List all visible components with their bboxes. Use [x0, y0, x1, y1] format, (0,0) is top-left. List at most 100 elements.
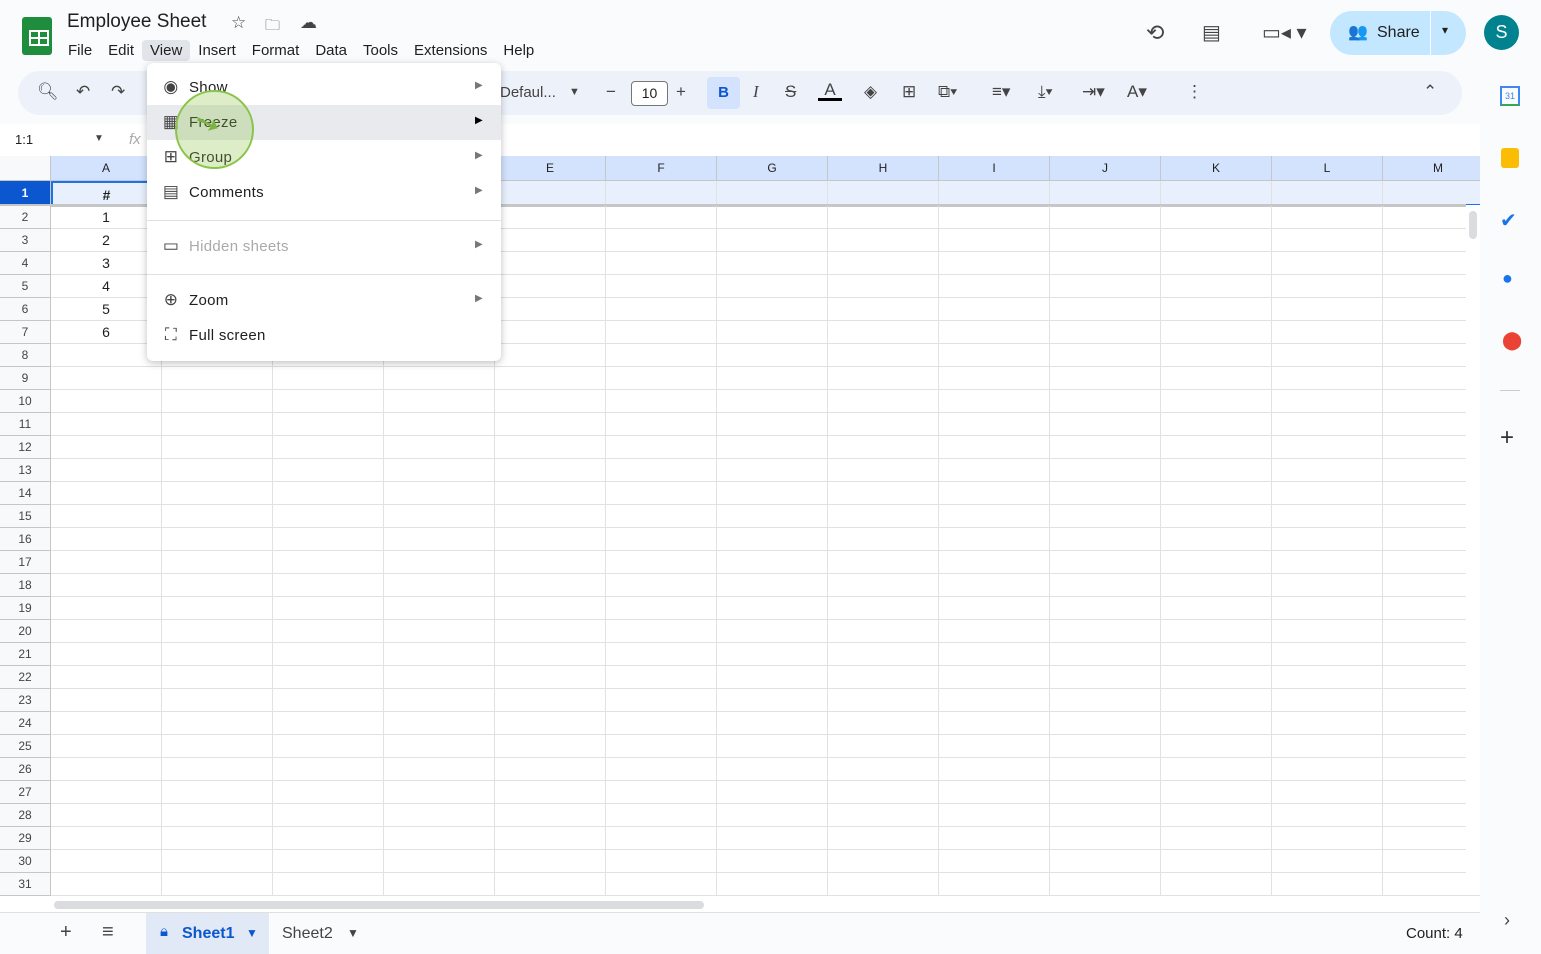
- cell-g7[interactable]: [717, 321, 828, 344]
- cell-k17[interactable]: [1161, 551, 1272, 574]
- row-header-16[interactable]: 16: [0, 528, 51, 551]
- row-header-8[interactable]: 8: [0, 344, 51, 367]
- cell-a22[interactable]: [51, 666, 162, 689]
- cell-c25[interactable]: [273, 735, 384, 758]
- cell-i20[interactable]: [939, 620, 1050, 643]
- cell-e23[interactable]: [495, 689, 606, 712]
- cell-k1[interactable]: [1161, 181, 1272, 206]
- cell-g9[interactable]: [717, 367, 828, 390]
- menu-item-full-screen[interactable]: ⛶ Full screen: [147, 318, 501, 353]
- cell-a23[interactable]: [51, 689, 162, 712]
- cell-d9[interactable]: [384, 367, 495, 390]
- cell-j30[interactable]: [1050, 850, 1161, 873]
- cell-a24[interactable]: [51, 712, 162, 735]
- cell-f29[interactable]: [606, 827, 717, 850]
- cell-j1[interactable]: [1050, 181, 1161, 206]
- cell-j16[interactable]: [1050, 528, 1161, 551]
- cell-h8[interactable]: [828, 344, 939, 367]
- cell-j12[interactable]: [1050, 436, 1161, 459]
- collapse-toolbar-icon[interactable]: ⌃: [1423, 82, 1437, 102]
- cell-g4[interactable]: [717, 252, 828, 275]
- cell-e13[interactable]: [495, 459, 606, 482]
- cell-d21[interactable]: [384, 643, 495, 666]
- star-icon[interactable]: ☆: [231, 13, 246, 33]
- selection-count[interactable]: Count: 4: [1406, 925, 1463, 942]
- cell-h22[interactable]: [828, 666, 939, 689]
- cell-a3[interactable]: 2: [51, 229, 162, 252]
- cell-i6[interactable]: [939, 298, 1050, 321]
- cell-h4[interactable]: [828, 252, 939, 275]
- cell-b22[interactable]: [162, 666, 273, 689]
- cell-h20[interactable]: [828, 620, 939, 643]
- cell-c13[interactable]: [273, 459, 384, 482]
- cell-k12[interactable]: [1161, 436, 1272, 459]
- cell-d20[interactable]: [384, 620, 495, 643]
- share-dropdown-icon[interactable]: ▾: [1442, 23, 1448, 37]
- row-header-9[interactable]: 9: [0, 367, 51, 390]
- cell-k20[interactable]: [1161, 620, 1272, 643]
- font-select[interactable]: Defaul...: [500, 84, 556, 101]
- vertical-align-icon[interactable]: ⤓▾: [1038, 82, 1053, 102]
- cell-a19[interactable]: [51, 597, 162, 620]
- cell-c19[interactable]: [273, 597, 384, 620]
- cell-f8[interactable]: [606, 344, 717, 367]
- maps-icon[interactable]: ⬤: [1502, 330, 1522, 351]
- cell-i9[interactable]: [939, 367, 1050, 390]
- cell-g25[interactable]: [717, 735, 828, 758]
- cell-i12[interactable]: [939, 436, 1050, 459]
- cell-f31[interactable]: [606, 873, 717, 896]
- cell-i27[interactable]: [939, 781, 1050, 804]
- cell-e4[interactable]: [495, 252, 606, 275]
- cell-j28[interactable]: [1050, 804, 1161, 827]
- cell-i1[interactable]: [939, 181, 1050, 206]
- column-header-h[interactable]: H: [828, 156, 939, 181]
- cell-d15[interactable]: [384, 505, 495, 528]
- cell-i7[interactable]: [939, 321, 1050, 344]
- cell-b24[interactable]: [162, 712, 273, 735]
- cell-k13[interactable]: [1161, 459, 1272, 482]
- cell-c27[interactable]: [273, 781, 384, 804]
- cell-i23[interactable]: [939, 689, 1050, 712]
- undo-icon[interactable]: ↶: [76, 82, 90, 102]
- cell-f24[interactable]: [606, 712, 717, 735]
- cell-g18[interactable]: [717, 574, 828, 597]
- cell-b21[interactable]: [162, 643, 273, 666]
- cell-k25[interactable]: [1161, 735, 1272, 758]
- cell-b10[interactable]: [162, 390, 273, 413]
- cell-l19[interactable]: [1272, 597, 1383, 620]
- cell-j25[interactable]: [1050, 735, 1161, 758]
- cell-g27[interactable]: [717, 781, 828, 804]
- column-header-i[interactable]: I: [939, 156, 1050, 181]
- cell-j8[interactable]: [1050, 344, 1161, 367]
- cell-k16[interactable]: [1161, 528, 1272, 551]
- cell-g12[interactable]: [717, 436, 828, 459]
- chevron-down-icon[interactable]: ▼: [347, 926, 359, 940]
- cell-f10[interactable]: [606, 390, 717, 413]
- cell-c10[interactable]: [273, 390, 384, 413]
- cell-c18[interactable]: [273, 574, 384, 597]
- cell-f5[interactable]: [606, 275, 717, 298]
- cell-h26[interactable]: [828, 758, 939, 781]
- decrease-font-icon[interactable]: −: [606, 82, 616, 102]
- tasks-icon[interactable]: ✔: [1500, 208, 1517, 233]
- cell-l15[interactable]: [1272, 505, 1383, 528]
- cell-i25[interactable]: [939, 735, 1050, 758]
- menu-format[interactable]: Format: [244, 40, 308, 61]
- select-all-corner[interactable]: [0, 156, 51, 181]
- cell-a21[interactable]: [51, 643, 162, 666]
- menu-extensions[interactable]: Extensions: [406, 40, 495, 61]
- cell-h11[interactable]: [828, 413, 939, 436]
- cell-i18[interactable]: [939, 574, 1050, 597]
- cell-i4[interactable]: [939, 252, 1050, 275]
- cell-d30[interactable]: [384, 850, 495, 873]
- cell-j23[interactable]: [1050, 689, 1161, 712]
- cell-g2[interactable]: [717, 206, 828, 229]
- italic-button[interactable]: I: [753, 82, 759, 102]
- cell-f30[interactable]: [606, 850, 717, 873]
- name-box[interactable]: 1:1: [15, 132, 33, 147]
- cell-g20[interactable]: [717, 620, 828, 643]
- merge-cells-icon[interactable]: ⧉▾: [938, 82, 957, 102]
- cell-j10[interactable]: [1050, 390, 1161, 413]
- cell-h23[interactable]: [828, 689, 939, 712]
- cell-l8[interactable]: [1272, 344, 1383, 367]
